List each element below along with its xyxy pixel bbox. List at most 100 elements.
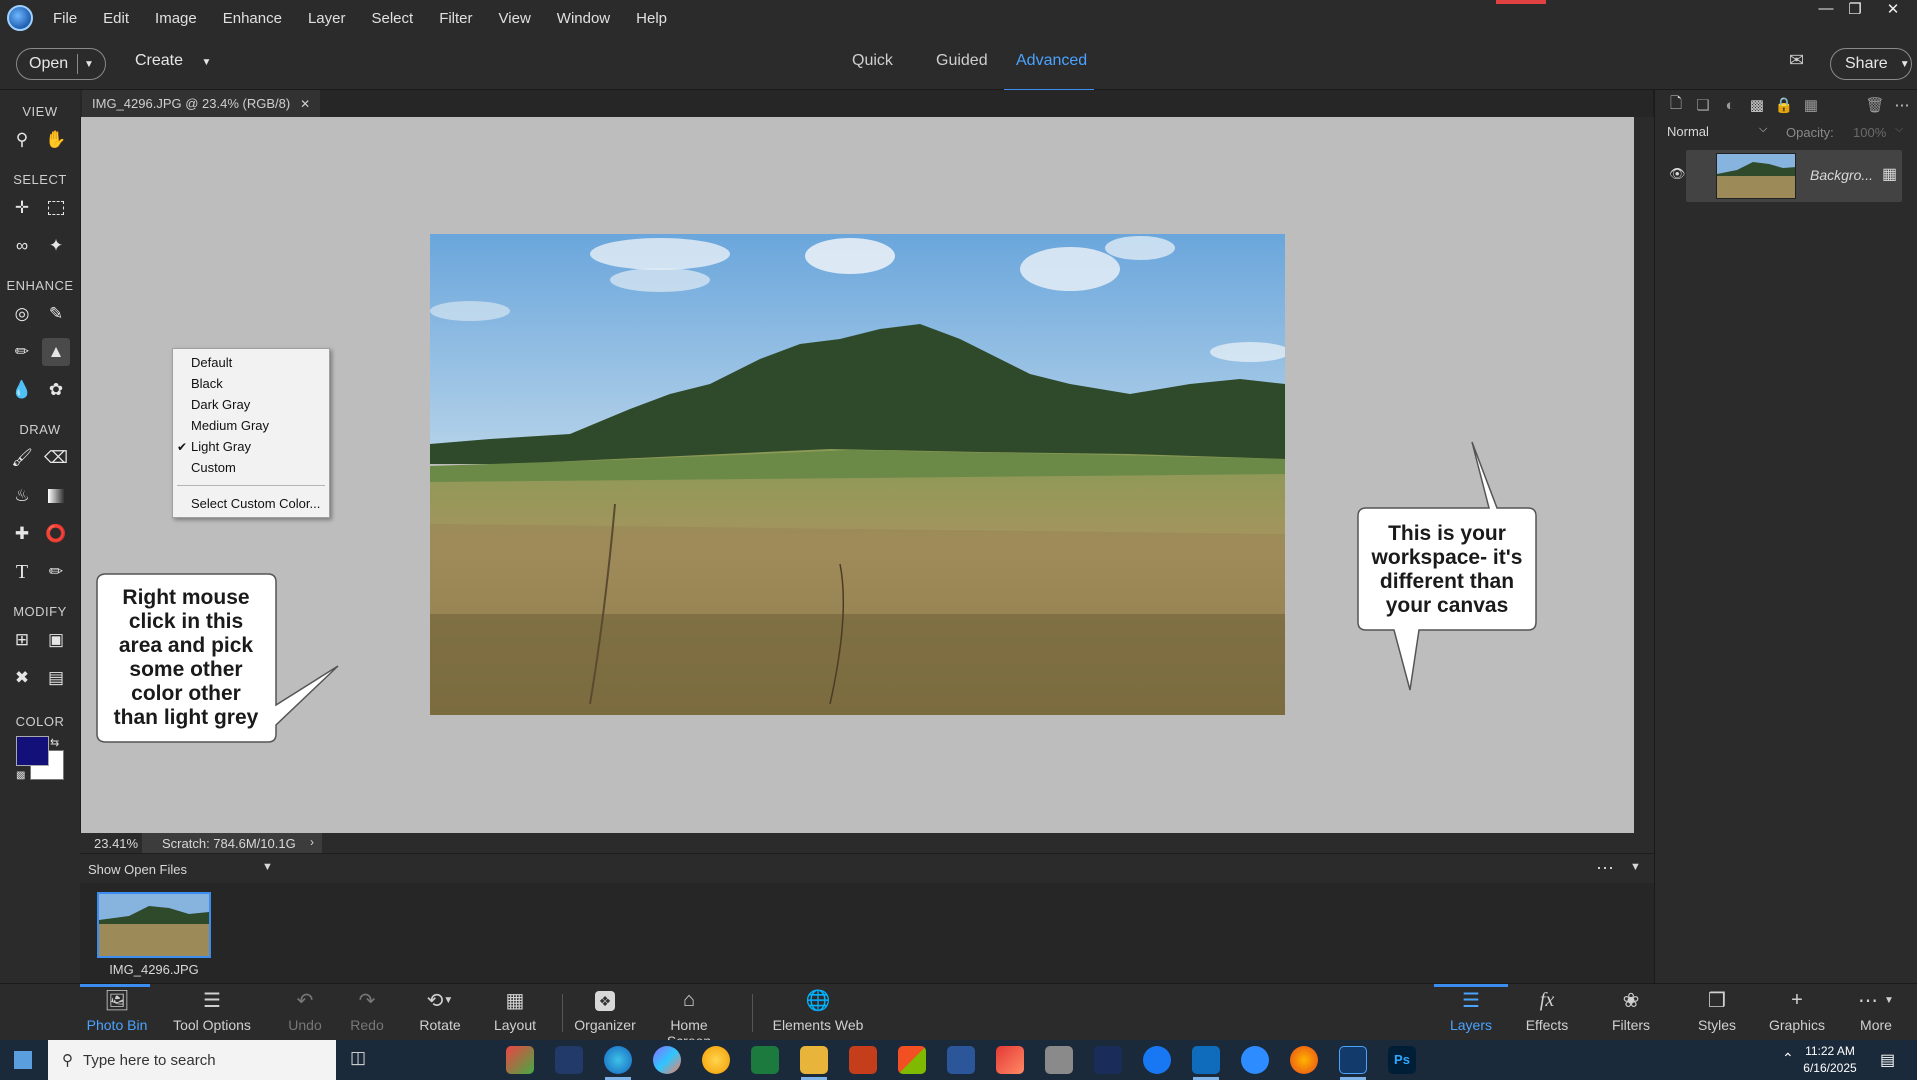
layer-name: Backgro...	[1810, 167, 1874, 183]
file-explorer-icon[interactable]	[800, 1046, 828, 1074]
facebook-icon[interactable]	[1143, 1046, 1171, 1074]
right-callout-line: workspace- it's	[1371, 546, 1523, 569]
layer-thumbnail-image	[1717, 154, 1795, 198]
right-callout-line: This is your	[1388, 522, 1506, 545]
show-open-files-label[interactable]: Show Open Files	[88, 862, 187, 877]
bin-more-icon[interactable]: ⋯	[1596, 858, 1614, 879]
graphics-label: Graphics	[1768, 1017, 1826, 1033]
redo-label: Redo	[350, 1017, 384, 1033]
organizer-icon: ❖	[570, 984, 640, 1017]
zoom-level: 23.41%	[94, 836, 139, 851]
bottom-task-bar: 🖼 Photo Bin ☰ Tool Options ↶ Undo ↷ Redo…	[0, 983, 1917, 1049]
right-callout: This is your workspace- it's different t…	[1358, 522, 1536, 618]
photoshop-icon[interactable]: Ps	[1388, 1046, 1416, 1074]
photoshop-elements-taskbar-icon[interactable]	[1339, 1046, 1367, 1074]
system-clock[interactable]: 11:22 AM 6/16/2025	[1790, 1043, 1870, 1077]
copilot-icon[interactable]	[653, 1046, 681, 1074]
layers-panel: 🗋 ❏ ◐ ▩ 🔒 ▦ 🗑 ⋯ Normal ⌵ Opacity: 100% ⌵…	[1654, 90, 1917, 983]
taskbar-app-icon[interactable]	[1045, 1046, 1073, 1074]
task-view-icon[interactable]: ◫	[350, 1048, 366, 1068]
tool-options-button[interactable]: ☰ Tool Options	[170, 984, 254, 1041]
search-icon: ⚲	[62, 1052, 73, 1069]
divider	[562, 994, 563, 1032]
clock-date: 6/16/2025	[1803, 1061, 1857, 1075]
taskbar-app-icon[interactable]	[1094, 1046, 1122, 1074]
opacity-value[interactable]: 100%	[1853, 125, 1886, 140]
taskbar-app-icon[interactable]	[702, 1046, 730, 1074]
filters-icon: ❀	[1622, 990, 1640, 1012]
layer-row-background[interactable]: Backgro... ▦	[1686, 150, 1902, 202]
elements-web-button[interactable]: 🌐 Elements Web	[772, 984, 864, 1041]
lock-all-icon[interactable]: 🔒	[1773, 94, 1795, 116]
blend-mode-select[interactable]: Normal	[1667, 124, 1709, 139]
rotate-icon: ⟲ ▼	[426, 990, 454, 1012]
taskbar-app-icon[interactable]	[898, 1046, 926, 1074]
show-files-dropdown-icon[interactable]: ▼	[262, 861, 273, 873]
firefox-icon[interactable]	[1290, 1046, 1318, 1074]
opacity-dropdown-icon[interactable]: ⌵	[1895, 123, 1903, 136]
blend-mode-dropdown-icon[interactable]: ⌵	[1759, 123, 1767, 136]
undo-icon: ↶	[296, 990, 314, 1012]
start-button-icon[interactable]	[14, 1051, 32, 1069]
scratch-info: Scratch: 784.6M/10.1G	[142, 833, 322, 853]
rotate-label: Rotate	[419, 1017, 461, 1033]
home-screen-button[interactable]: ⌂ Home Screen	[648, 984, 730, 1049]
right-callout-line: different than	[1379, 570, 1515, 593]
status-menu-icon[interactable]: ›	[310, 835, 314, 849]
excel-icon[interactable]	[751, 1046, 779, 1074]
lock-transparency-icon[interactable]: ▦	[1800, 94, 1822, 116]
styles-label: Styles	[1697, 1017, 1737, 1033]
powerpoint-icon[interactable]	[849, 1046, 877, 1074]
new-layer-icon[interactable]: 🗋	[1665, 94, 1687, 116]
word-icon[interactable]	[947, 1046, 975, 1074]
plus-icon: +	[1791, 989, 1803, 1011]
zoom-app-icon[interactable]	[1241, 1046, 1269, 1074]
layers-button[interactable]: ☰ Layers	[1440, 984, 1502, 1041]
layer-visibility-eye-icon[interactable]: 👁	[1669, 166, 1686, 182]
effects-button[interactable]: fx Effects	[1516, 984, 1578, 1041]
collapse-bin-icon[interactable]: ▼	[1630, 861, 1641, 873]
photo-bin-thumbnail[interactable]	[97, 892, 211, 958]
home-icon: ⌂	[682, 989, 696, 1011]
outlook-icon[interactable]	[1192, 1046, 1220, 1074]
filters-button[interactable]: ❀ Filters	[1600, 984, 1662, 1041]
layout-icon: ▦	[505, 990, 525, 1012]
globe-icon: 🌐	[805, 990, 831, 1012]
redo-icon: ↷	[358, 990, 376, 1012]
layer-thumbnail	[1716, 153, 1796, 199]
new-group-icon[interactable]: ❏	[1692, 94, 1714, 116]
adjustment-layer-icon[interactable]: ◐	[1719, 94, 1741, 116]
status-bar: 23.41% Scratch: 784.6M/10.1G ›	[80, 833, 1654, 853]
thumbnail-image	[99, 894, 209, 956]
layer-mask-icon[interactable]: ▩	[1746, 94, 1768, 116]
photo-bin-button[interactable]: 🖼 Photo Bin	[80, 984, 154, 1041]
taskbar-app-icon[interactable]	[506, 1046, 534, 1074]
taskbar-app-icon[interactable]	[555, 1046, 583, 1074]
styles-button[interactable]: ❒ Styles	[1686, 984, 1748, 1041]
delete-layer-icon[interactable]: 🗑	[1864, 94, 1886, 116]
organizer-button[interactable]: ❖ Organizer	[570, 984, 640, 1041]
left-callout-line: area and pick	[118, 634, 254, 657]
divider	[752, 994, 753, 1032]
elements-web-label: Elements Web	[772, 1017, 864, 1033]
panel-more-icon[interactable]: ⋯	[1891, 94, 1913, 116]
left-callout-line: some other	[129, 658, 243, 681]
taskbar-app-icon[interactable]	[996, 1046, 1024, 1074]
undo-button[interactable]: ↶ Undo	[280, 984, 330, 1041]
redo-button[interactable]: ↷ Redo	[342, 984, 392, 1041]
notifications-icon[interactable]: ▤	[1880, 1050, 1895, 1070]
edge-browser-icon[interactable]	[604, 1046, 632, 1074]
right-callout-line: your canvas	[1385, 594, 1509, 617]
more-button[interactable]: ⋯ ▼ More	[1848, 984, 1904, 1041]
left-callout: Right mouse click in this area and pick …	[100, 586, 272, 730]
tool-options-label: Tool Options	[173, 1017, 251, 1033]
effects-icon: fx	[1539, 989, 1555, 1011]
layout-button[interactable]: ▦ Layout	[490, 984, 540, 1041]
undo-label: Undo	[288, 1017, 322, 1033]
graphics-button[interactable]: + Graphics	[1762, 984, 1832, 1041]
windows-search-box[interactable]: ⚲ Type here to search	[48, 1040, 336, 1080]
filters-label: Filters	[1611, 1017, 1651, 1033]
layers-label: Layers	[1449, 1017, 1493, 1033]
rotate-button[interactable]: ⟲ ▼ Rotate	[410, 984, 470, 1041]
more-icon: ⋯ ▼	[1858, 990, 1894, 1012]
